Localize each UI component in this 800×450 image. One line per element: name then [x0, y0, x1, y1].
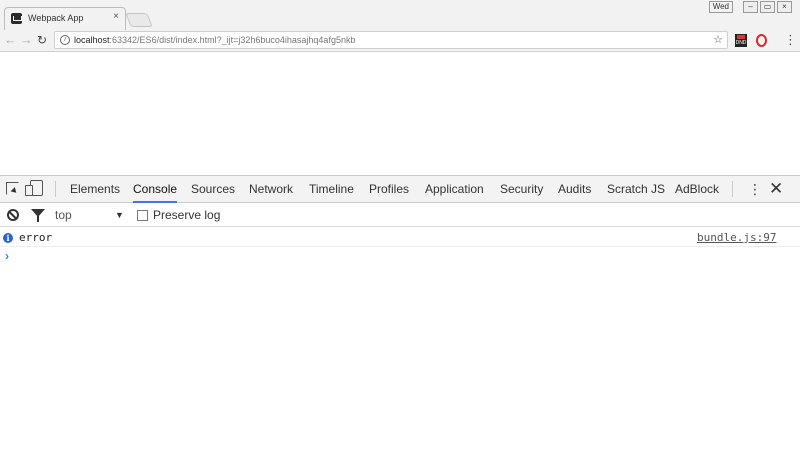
devtools-tabbar: Elements Console Sources Network Timelin…: [0, 176, 800, 203]
url-path: :63342/ES6/dist/index.html?_ijt=j32h6buc…: [109, 35, 356, 45]
divider: [55, 181, 56, 197]
tab-title: Webpack App: [28, 13, 84, 23]
context-select[interactable]: top: [55, 207, 72, 223]
page-viewport: [0, 52, 800, 175]
console-toolbar: top ▼ Preserve log: [0, 203, 800, 227]
device-toolbar-icon[interactable]: [25, 180, 43, 196]
inspect-element-icon[interactable]: [6, 182, 19, 195]
tab-strip: Webpack App × Wed – ▭ ×: [0, 0, 800, 30]
tab-audits[interactable]: Audits: [558, 176, 591, 203]
browser-tab[interactable]: Webpack App ×: [4, 7, 126, 30]
devtools-panel: Elements Console Sources Network Timelin…: [0, 175, 800, 450]
url-text: localhost:63342/ES6/dist/index.html?_ijt…: [74, 35, 355, 45]
close-window-button[interactable]: ×: [777, 1, 792, 13]
profile-badge[interactable]: Wed: [708, 1, 733, 13]
page-info-icon[interactable]: i: [60, 35, 70, 45]
tab-close-icon[interactable]: ×: [113, 11, 119, 22]
browser-menu-icon[interactable]: ⋮: [784, 33, 797, 47]
webpack-favicon-icon: [11, 13, 22, 24]
tab-elements[interactable]: Elements: [70, 176, 120, 203]
chevron-down-icon[interactable]: ▼: [115, 208, 124, 222]
new-tab-button[interactable]: [125, 13, 153, 27]
preserve-log-label[interactable]: Preserve log: [153, 208, 220, 223]
reload-icon[interactable]: ↻: [37, 32, 47, 48]
window-controls: Wed – ▭ ×: [708, 1, 792, 13]
tab-scratch-js[interactable]: Scratch JS: [607, 176, 665, 203]
tab-security[interactable]: Security: [500, 176, 543, 203]
source-link[interactable]: bundle.js:97: [697, 231, 776, 244]
tab-adblock[interactable]: AdBlock: [675, 176, 719, 203]
tab-console[interactable]: Console: [133, 176, 178, 203]
devtools-menu-icon[interactable]: ⋮: [748, 182, 762, 196]
filter-icon[interactable]: [31, 209, 45, 222]
tab-sources[interactable]: Sources: [191, 176, 235, 203]
minimize-button[interactable]: –: [743, 1, 758, 13]
divider: [732, 181, 733, 197]
back-arrow-icon[interactable]: ←: [4, 32, 17, 48]
maximize-button[interactable]: ▭: [760, 1, 775, 13]
url-host: localhost: [74, 35, 110, 45]
address-bar[interactable]: i localhost:63342/ES6/dist/index.html?_i…: [54, 31, 728, 49]
console-message: i error bundle.js:97: [0, 228, 800, 247]
clear-console-icon[interactable]: [7, 209, 19, 221]
bookmark-star-icon[interactable]: ☆: [713, 33, 723, 46]
tab-application[interactable]: Application: [425, 176, 484, 203]
devtools-close-icon[interactable]: ✕: [769, 180, 783, 198]
forward-arrow-icon[interactable]: →: [20, 32, 33, 48]
info-icon: i: [3, 233, 13, 243]
tab-profiles[interactable]: Profiles: [369, 176, 409, 203]
opera-extension-icon[interactable]: [756, 34, 767, 47]
console-message-text: error: [19, 231, 53, 244]
dnd-extension-icon[interactable]: DND: [735, 34, 747, 47]
console-prompt-icon[interactable]: ›: [5, 249, 9, 263]
tab-network[interactable]: Network: [249, 176, 293, 203]
browser-toolbar: ← → ↻ i localhost:63342/ES6/dist/index.h…: [0, 30, 800, 52]
tab-timeline[interactable]: Timeline: [309, 176, 354, 203]
preserve-log-checkbox[interactable]: [137, 210, 148, 221]
